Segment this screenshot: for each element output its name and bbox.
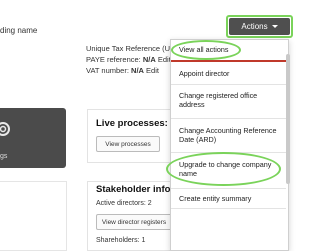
vat-value: N/A (131, 66, 144, 75)
gear-icon (0, 118, 14, 140)
menu-item-change-ard[interactable]: Change Accounting Reference Date (ARD) (172, 126, 284, 144)
menu-item-change-registered-office[interactable]: Change registered office address (172, 91, 284, 109)
vat-edit-link[interactable]: Edit (146, 66, 159, 75)
caret-down-icon (271, 25, 278, 28)
menu-separator-red (171, 60, 286, 62)
menu-item-appoint-director[interactable]: Appoint director (172, 69, 284, 78)
dropdown-scrollbar[interactable] (286, 54, 290, 184)
left-lower-card (0, 181, 67, 251)
vat-label: VAT number: (86, 66, 132, 75)
actions-button[interactable]: Actions (229, 18, 290, 35)
highlight-ring-upgrade (166, 152, 281, 186)
menu-separator (171, 208, 286, 209)
paye-reference-line: PAYE reference: N/A Edit (86, 55, 171, 64)
paye-edit-link[interactable]: Edit (158, 55, 171, 64)
vat-number-line: VAT number: N/A Edit (86, 66, 159, 75)
company-name-label: ding name (0, 26, 38, 35)
highlight-ring-view-all (171, 40, 241, 60)
menu-separator (171, 118, 286, 119)
paye-value: N/A (142, 55, 156, 64)
view-processes-button[interactable]: View processes (96, 136, 160, 152)
shareholders-count: Shareholders: 1 (96, 237, 146, 244)
menu-separator (171, 84, 286, 85)
menu-separator (171, 188, 286, 189)
actions-button-label: Actions (241, 22, 268, 31)
active-directors-count: Active directors: 2 (96, 200, 152, 207)
live-processes-title: Live processes: 0 (96, 118, 176, 129)
settings-card-label: gs (0, 153, 8, 160)
paye-label: PAYE reference: (86, 55, 143, 64)
menu-item-create-entity-summary[interactable]: Create entity summary (172, 194, 284, 203)
utr-line: Unique Tax Reference (UTR (86, 44, 181, 53)
view-director-registers-button[interactable]: View director registers (96, 214, 172, 230)
